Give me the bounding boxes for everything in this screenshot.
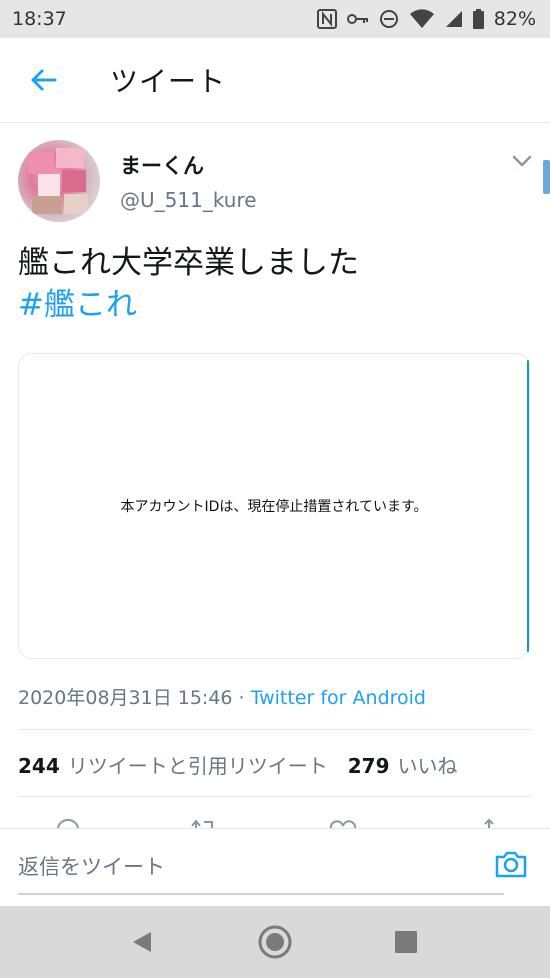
reply-bar: 返信をツイート: [0, 828, 550, 907]
chevron-down-icon[interactable]: [512, 154, 532, 168]
nav-back-button[interactable]: [114, 906, 170, 978]
meta-separator: ·: [232, 687, 251, 709]
divider: [18, 729, 532, 730]
tweet-date: 2020年08月31日 15:46: [18, 687, 233, 709]
retweet-label: リツイートと引用リツイート: [67, 754, 328, 778]
status-time: 18:37: [12, 8, 67, 30]
divider: [18, 796, 532, 797]
battery-icon: [472, 9, 484, 29]
key-icon: [346, 14, 368, 24]
avatar[interactable]: [18, 140, 100, 222]
camera-icon[interactable]: [494, 849, 528, 879]
dnd-icon: [379, 10, 398, 28]
tweet-text: 艦これ大学卒業しました #艦これ: [18, 242, 359, 326]
battery-level: 82%: [493, 8, 536, 30]
reply-input[interactable]: 返信をツイート: [18, 851, 165, 881]
system-nav-bar: [0, 906, 550, 978]
like-stat[interactable]: 279 いいね: [348, 750, 458, 779]
signal-icon: [445, 11, 462, 27]
card-edge: [527, 360, 529, 652]
back-arrow-icon: [31, 69, 57, 91]
page-title: ツイート: [110, 65, 227, 98]
wifi-icon: [409, 9, 434, 28]
like-count: 279: [347, 754, 390, 778]
display-name[interactable]: まーくん: [120, 150, 204, 180]
retweet-count: 244: [18, 754, 60, 778]
nav-home-button[interactable]: [246, 906, 304, 978]
media-card[interactable]: 本アカウントIDは、現在停止措置されています。: [18, 353, 530, 659]
tweet-stats: 244 リツイートと引用リツイート 279 いいね: [18, 750, 458, 779]
status-icons: 82%: [316, 8, 536, 30]
tweet-meta: 2020年08月31日 15:46 · Twitter for Android: [18, 683, 426, 710]
nfc-icon: [316, 9, 337, 29]
tweet-body: 艦これ大学卒業しました: [18, 245, 359, 281]
nav-recents-icon: [395, 931, 417, 953]
like-label: いいね: [397, 754, 458, 778]
reply-underline: [18, 893, 504, 895]
retweet-stat[interactable]: 244 リツイートと引用リツイート: [18, 750, 328, 779]
status-bar: 18:37 82%: [0, 0, 550, 38]
app-bar: ツイート: [0, 38, 550, 123]
nav-recents-button[interactable]: [380, 906, 432, 978]
card-message: 本アカウントIDは、現在停止措置されています。: [120, 499, 428, 515]
nav-back-icon: [133, 932, 151, 952]
back-button[interactable]: [0, 38, 86, 122]
nav-home-icon: [258, 925, 292, 959]
user-handle[interactable]: @U_511_kure: [120, 188, 257, 212]
tweet-source-link[interactable]: Twitter for Android: [251, 687, 426, 709]
hashtag-link[interactable]: #艦これ: [18, 284, 359, 326]
scroll-indicator: [543, 160, 550, 194]
